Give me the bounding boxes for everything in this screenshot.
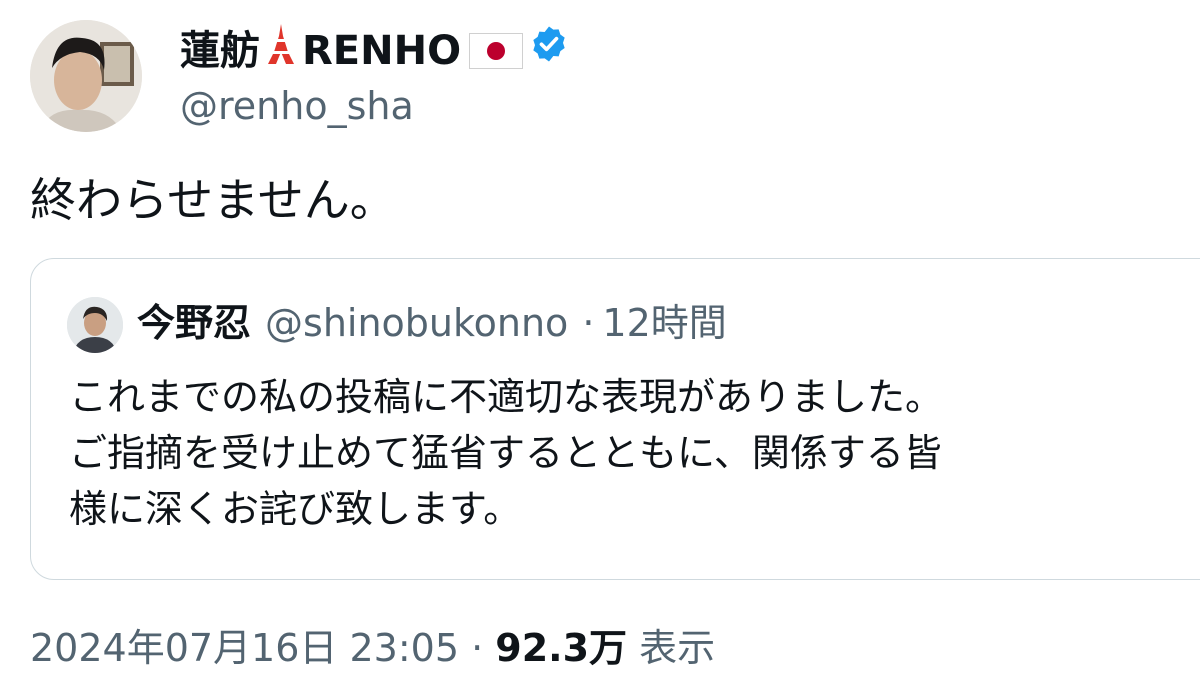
- japan-flag-icon: [469, 32, 524, 69]
- author-avatar[interactable]: [30, 20, 142, 132]
- quoted-header: 今野忍 @shinobukonno · 12時間: [137, 295, 727, 351]
- quoted-tweet-card[interactable]: 今野忍 @shinobukonno · 12時間 これまでの私の投稿に不適切な表…: [30, 258, 1200, 580]
- quoted-text-line: ご指摘を受け止めて猛省するとともに、関係する皆: [69, 431, 942, 475]
- tweet-datetime[interactable]: 2024年07月16日 23:05: [30, 626, 459, 670]
- author-name[interactable]: 蓮舫: [180, 25, 260, 77]
- quoted-author-name[interactable]: 今野忍: [137, 295, 251, 351]
- verified-badge-icon[interactable]: [529, 24, 569, 77]
- footer-separator: ·: [471, 626, 484, 670]
- quoted-tweet-text: これまでの私の投稿に不適切な表現がありました。 ご指摘を受け止めて猛省するととも…: [69, 369, 1189, 537]
- quoted-avatar-image: [67, 297, 123, 353]
- author-handle[interactable]: @renho_sha: [180, 82, 414, 130]
- quoted-timestamp[interactable]: 12時間: [602, 295, 726, 351]
- tweet-text: 終わらせません。: [30, 173, 396, 227]
- author-name-row[interactable]: 蓮舫 RENHO: [180, 22, 569, 79]
- quoted-author-handle[interactable]: @shinobukonno: [265, 295, 568, 351]
- views-count: 92.3万: [495, 626, 628, 670]
- quoted-text-line: 様に深くお詫び致します。: [69, 487, 522, 531]
- views-label: 表示: [639, 626, 716, 670]
- quoted-separator: ·: [582, 301, 595, 345]
- tweet-footer: 2024年07月16日 23:05 · 92.3万 表示: [30, 622, 715, 674]
- tokyo-tower-icon: [266, 22, 296, 79]
- author-avatar-image: [30, 20, 142, 132]
- author-name-suffix[interactable]: RENHO: [302, 25, 461, 77]
- quoted-author-avatar[interactable]: [67, 297, 123, 353]
- quoted-text-line: これまでの私の投稿に不適切な表現がありました。: [69, 375, 944, 419]
